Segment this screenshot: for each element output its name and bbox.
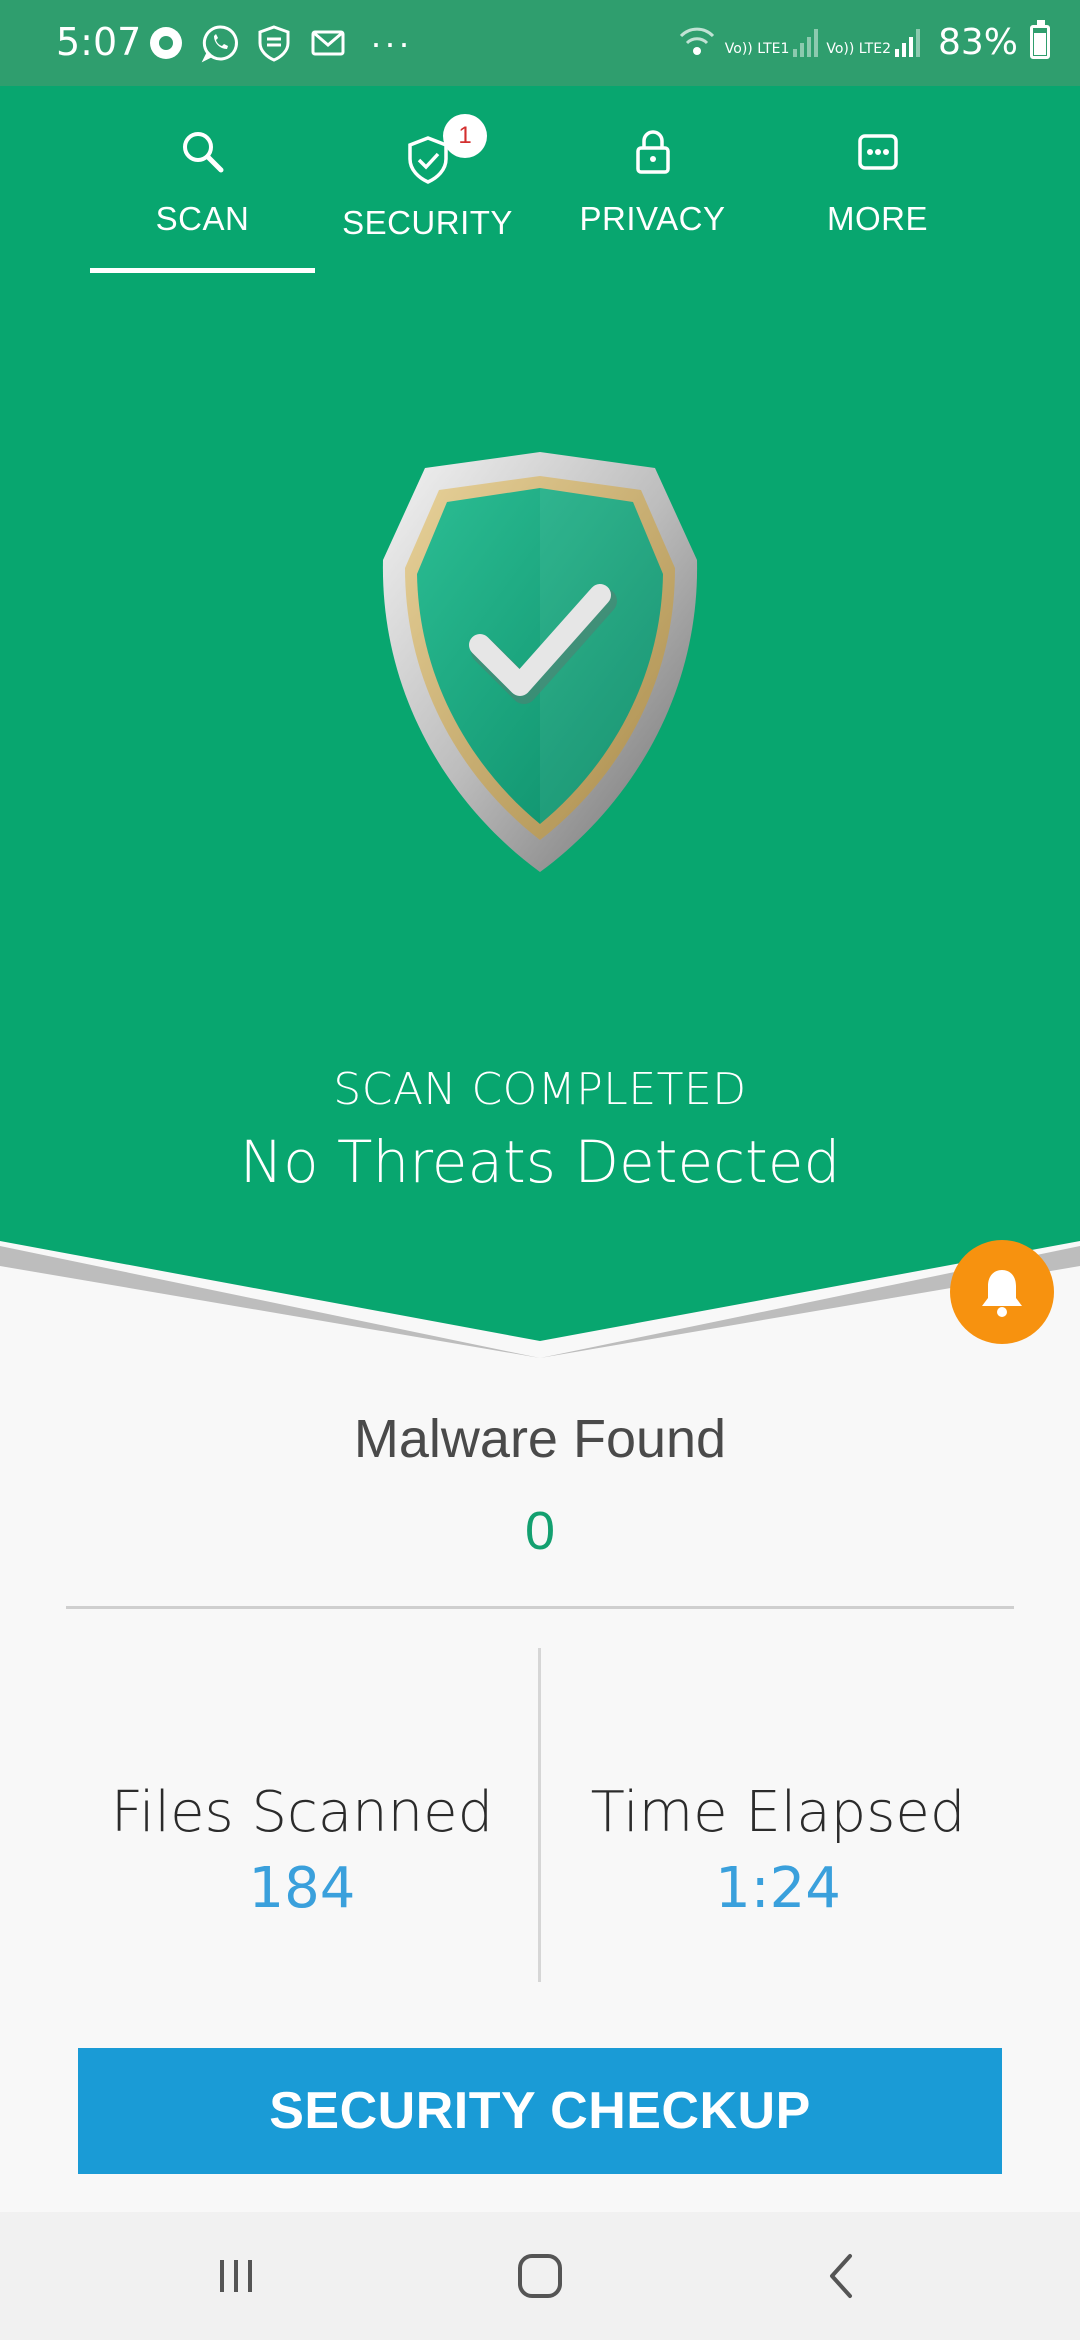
- signal-bars-icon: [894, 27, 920, 57]
- malware-found-value: 0: [524, 1501, 556, 1561]
- home-icon[interactable]: [510, 2246, 570, 2306]
- notification-badge: 1: [443, 114, 487, 158]
- tab-bar: SCAN 1 SECURITY PRIVACY MORE: [0, 86, 1080, 276]
- sim2-label: Vo)) LTE2: [826, 41, 891, 57]
- signal-bars-icon: [793, 27, 819, 57]
- tab-privacy[interactable]: PRIVACY: [540, 86, 765, 276]
- time-elapsed-value: 1:24: [715, 1856, 841, 1921]
- wifi-icon: [679, 27, 714, 55]
- tab-scan-label: SCAN: [155, 200, 250, 237]
- bell-icon: [982, 1270, 1022, 1317]
- tab-more[interactable]: MORE: [765, 86, 990, 276]
- system-nav-bar: [0, 2212, 1080, 2340]
- active-tab-indicator: [90, 268, 315, 273]
- scan-result: No Threats Detected: [239, 1128, 841, 1196]
- sim1-signal: Vo)) LTE1: [725, 27, 819, 57]
- status-right: Vo)) LTE1 Vo)) LTE2 83%: [677, 20, 1050, 64]
- files-scanned-label: Files Scanned: [110, 1780, 494, 1845]
- gmail-icon: [311, 30, 345, 56]
- security-checkup-button[interactable]: SECURITY CHECKUP: [78, 2048, 1002, 2174]
- sim1-label: Vo)) LTE1: [724, 41, 790, 57]
- whatsapp-icon: [201, 25, 238, 63]
- battery-percent: 83%: [937, 21, 1018, 63]
- files-scanned-value: 184: [248, 1856, 356, 1921]
- sim2-signal: Vo)) LTE2: [826, 27, 920, 57]
- malware-found-label: Malware Found: [353, 1409, 727, 1469]
- search-icon: [182, 132, 223, 173]
- scan-status: SCAN COMPLETED: [333, 1064, 747, 1115]
- shield-app-icon: [258, 25, 290, 62]
- status-time: 5:07: [56, 20, 142, 64]
- app-circle-icon: [150, 27, 182, 59]
- lock-icon: [635, 130, 670, 174]
- back-icon[interactable]: [814, 2246, 874, 2306]
- tab-more-label: MORE: [827, 200, 928, 237]
- time-elapsed-label: Time Elapsed: [590, 1780, 966, 1845]
- tab-security[interactable]: 1 SECURITY: [315, 86, 540, 276]
- divider: [66, 1606, 1014, 1609]
- notification-icons: ···: [146, 22, 412, 64]
- status-bar: 5:07 ··· Vo)) LTE1 Vo)) LTE2 83%: [0, 0, 1080, 86]
- tab-scan[interactable]: SCAN: [90, 86, 315, 276]
- tab-security-label: SECURITY: [342, 204, 513, 241]
- shield-check-illustration: [382, 452, 698, 872]
- battery-icon: [1030, 20, 1050, 59]
- more-icon: [857, 134, 898, 170]
- notifications-button[interactable]: [950, 1240, 1054, 1344]
- recent-apps-icon[interactable]: [206, 2246, 266, 2306]
- more-notifications-icon: ···: [370, 22, 412, 63]
- tab-privacy-label: PRIVACY: [579, 200, 726, 237]
